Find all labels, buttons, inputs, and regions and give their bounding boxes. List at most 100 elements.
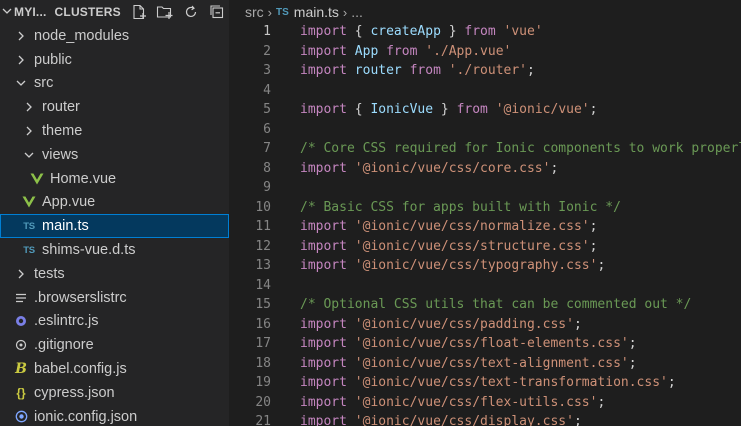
tree-item-label: tests [34,265,65,282]
code-token: import [300,355,347,371]
collapse-all-icon[interactable] [207,3,227,21]
folder-item[interactable]: tests [0,262,229,286]
code-line[interactable]: 11 import '@ionic/vue/css/normalize.css'; [229,217,741,237]
code-token: import [300,43,347,59]
code-token: ; [550,160,559,176]
chevron-down-icon[interactable] [2,6,12,19]
line-number: 9 [263,180,271,196]
eslint-icon [14,314,28,328]
file-item[interactable]: {} cypress.json [0,381,229,405]
code-line[interactable]: 18 import '@ionic/vue/css/text-alignment.… [229,354,741,374]
tree-item-label: main.ts [42,218,89,235]
line-number: 8 [263,160,271,176]
breadcrumb-folder[interactable]: src [245,4,264,20]
code-line[interactable]: 5 import { IonicVue } from '@ionic/vue'; [229,100,741,120]
chevron-down-icon [22,148,36,162]
code-token: import [300,258,347,274]
line-number: 11 [255,219,271,235]
folder-item[interactable]: public [0,48,229,72]
code-token: { [346,24,371,40]
line-source: import '@ionic/vue/css/padding.css'; [271,317,582,332]
code-token: '@ionic/vue/css/normalize.css' [354,219,590,235]
code-line[interactable]: 12 import '@ionic/vue/css/structure.css'; [229,237,741,257]
code-token: import [300,24,347,40]
code-line[interactable]: 6 [229,120,741,140]
code-line[interactable]: 1 import { createApp } from 'vue' [229,22,741,42]
workspace-name: MYI... [14,5,47,19]
code-line[interactable]: 20 import '@ionic/vue/css/flex-utils.css'… [229,393,741,413]
tree-item-label: babel.config.js [34,361,127,378]
code-token: '@ionic/vue/css/display.css' [354,414,574,426]
file-item[interactable]: .eslintrc.js [0,310,229,334]
explorer-header[interactable]: MYI... CLUSTERS [0,0,229,24]
explorer-actions [129,3,229,21]
code-token: '@ionic/vue/css/float-elements.css' [354,336,629,352]
code-token: '@ionic/vue/css/padding.css' [354,316,574,332]
code-token: import [300,336,347,352]
tree-item-label: views [42,146,79,163]
code-token: '@ionic/vue/css/text-transformation.css' [354,375,668,391]
folder-item[interactable]: router [0,95,229,119]
file-item[interactable]: Home.vue [0,167,229,191]
tree-item-label: .eslintrc.js [34,313,99,330]
file-item[interactable]: Bbabel.config.js [0,357,229,381]
new-file-icon[interactable] [129,3,149,21]
code-token: '@ionic/vue/css/structure.css' [354,238,590,254]
vue-icon [30,172,44,186]
tree-item-label: src [34,75,54,92]
refresh-icon[interactable] [181,3,201,21]
code-line[interactable]: 16 import '@ionic/vue/css/padding.css'; [229,315,741,335]
code-token: import [300,394,347,410]
code-line[interactable]: 2 import App from './App.vue' [229,42,741,62]
file-item[interactable]: App.vue [0,191,229,215]
folder-item[interactable]: views [0,143,229,167]
file-item[interactable]: ionic.config.json [0,405,229,426]
file-item[interactable]: .gitignore [0,333,229,357]
code-line[interactable]: 3 import router from './router'; [229,61,741,81]
code-line[interactable]: 7 /* Core CSS required for Ionic componen… [229,139,741,159]
folder-item[interactable]: node_modules [0,24,229,48]
folder-item[interactable]: theme [0,119,229,143]
chevron-right-icon [14,29,28,43]
breadcrumb-file[interactable]: main.ts [294,4,339,20]
file-item[interactable]: TS shims-vue.d.ts [0,238,229,262]
breadcrumb-symbols[interactable]: ... [351,4,363,20]
chevron-right-icon: › [267,4,273,20]
code-token: import [300,102,347,118]
tree-item-label: cypress.json [34,384,115,401]
code-line[interactable]: 15 /* Optional CSS utils that can be comm… [229,295,741,315]
line-source: /* Core CSS required for Ionic component… [271,141,741,156]
code-line[interactable]: 9 [229,178,741,198]
line-source: import '@ionic/vue/css/core.css'; [271,161,558,176]
tree-item-label: shims-vue.d.ts [42,242,136,259]
code-token: '@ionic/vue/css/typography.css' [354,258,598,274]
line-number: 17 [255,336,271,352]
ionic-icon [14,410,28,424]
line-number: 3 [263,63,271,79]
code-line[interactable]: 4 [229,81,741,101]
line-source: /* Basic CSS for apps built with Ionic *… [271,200,621,215]
code-line[interactable]: 13 import '@ionic/vue/css/typography.css'… [229,256,741,276]
new-folder-icon[interactable] [155,3,175,21]
code-line[interactable]: 19 import '@ionic/vue/css/text-transforma… [229,373,741,393]
line-source: import '@ionic/vue/css/typography.css'; [271,258,605,273]
code-line[interactable]: 8 import '@ionic/vue/css/core.css'; [229,159,741,179]
line-number: 20 [255,394,271,410]
code-area[interactable]: 1 import { createApp } from 'vue' 2 import … [229,22,741,426]
code-line[interactable]: 21 import '@ionic/vue/css/display.css'; [229,412,741,426]
code-line[interactable]: 10 /* Basic CSS for apps built with Ionic… [229,198,741,218]
file-item[interactable]: TS main.ts [0,214,229,239]
line-number: 12 [255,238,271,254]
line-source: import '@ionic/vue/css/text-transformati… [271,375,676,390]
line-number: 1 [263,24,271,40]
line-source: import { createApp } from 'vue' [271,24,543,39]
code-line[interactable]: 14 [229,276,741,296]
file-item[interactable]: .browserslistrc [0,286,229,310]
code-line[interactable]: 17 import '@ionic/vue/css/float-elements.… [229,334,741,354]
folder-item[interactable]: src [0,72,229,96]
git-icon [14,338,28,352]
